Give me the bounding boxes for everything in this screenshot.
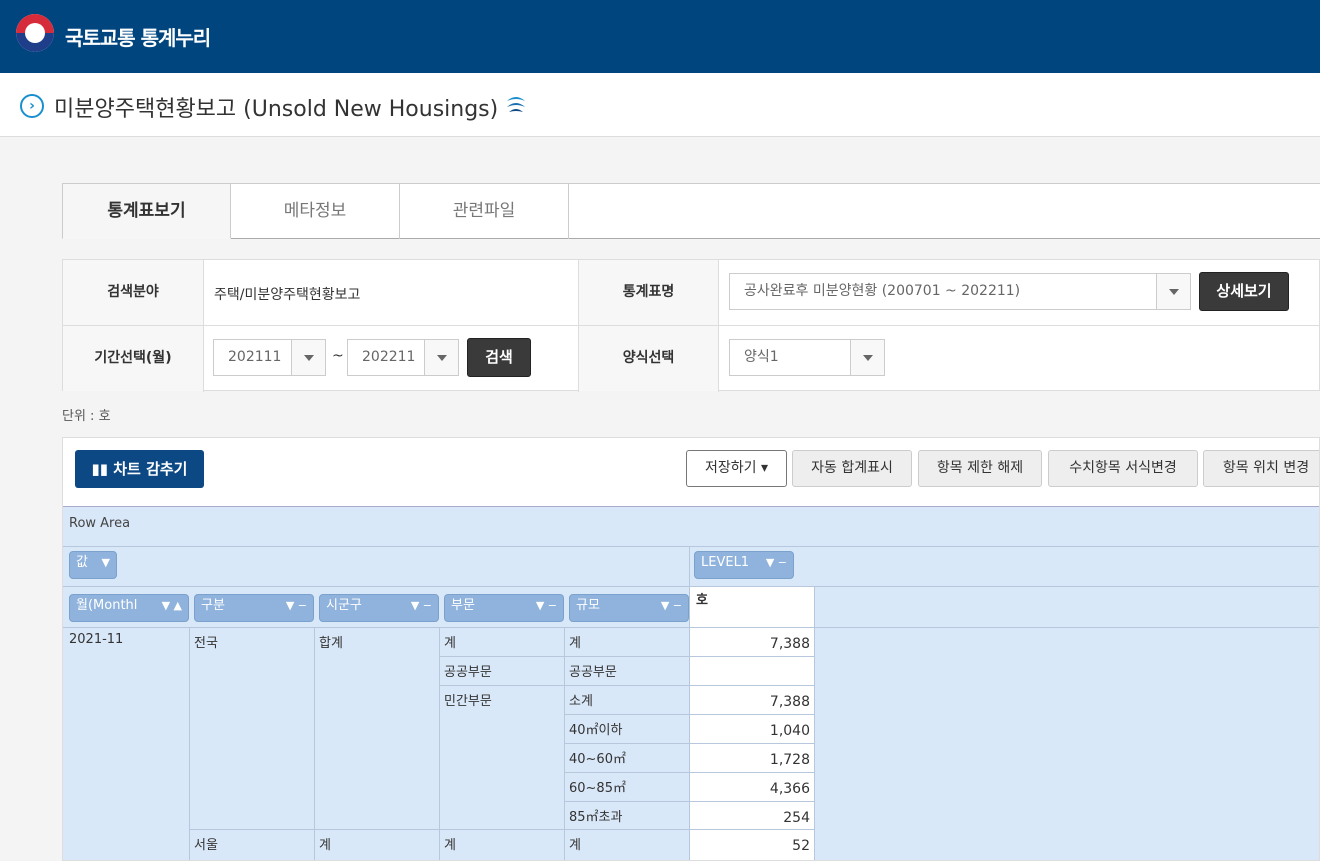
format-label: 양식선택 [579, 326, 718, 391]
field-label: 검색분야 [63, 260, 203, 325]
value-chip[interactable]: 값 ▼ [69, 551, 117, 579]
chevron-down-icon[interactable] [1156, 274, 1190, 309]
row-chip-month-label: 월(Monthl [76, 598, 138, 613]
cell-size: 60~85㎡ [569, 781, 626, 796]
save-dropdown-button[interactable]: 저장하기 ▾ [686, 450, 787, 487]
chart-toggle-button[interactable]: ▮▮ 차트 감추기 [75, 450, 204, 488]
tab-related-files[interactable]: 관련파일 [400, 184, 569, 239]
move-item-button[interactable]: 항목 위치 변경 [1203, 450, 1319, 487]
cell-size: 40~60㎡ [569, 752, 626, 767]
page-title: 미분양주택현황보고 (Unsold New Housings) [54, 97, 499, 122]
cell-value: 7,388 [769, 694, 810, 710]
chevron-down-icon[interactable] [424, 340, 458, 375]
period-from-select[interactable]: 202111 [213, 339, 326, 376]
table-name-select[interactable]: 공사완료후 미분양현황 (200701 ~ 202211) [729, 273, 1191, 310]
cell-sector: 계 [444, 838, 456, 853]
row-chip-size[interactable]: 규모 ▼ − [569, 594, 689, 622]
table-name-label: 통계표명 [579, 260, 718, 325]
row-chip-type-label: 구분 [201, 598, 225, 613]
cell-value: 4,366 [769, 781, 810, 797]
filter-sort-icon[interactable]: ▼ ▲ [162, 595, 182, 617]
unit-label: 단위 : 호 [62, 409, 111, 424]
row-chip-type[interactable]: 구분 ▼ − [194, 594, 314, 622]
field-value: 주택/미분양주택현황보고 [214, 287, 361, 303]
cell-sector: 계 [444, 636, 456, 651]
value-header-cell [690, 587, 814, 627]
number-format-button[interactable]: 수치항목 서식변경 [1048, 450, 1198, 487]
filter-minus-icon[interactable]: ▼ − [536, 595, 557, 617]
row-chip-sector-label: 부문 [451, 598, 475, 613]
period-label: 기간선택(월) [63, 326, 203, 391]
row-chip-sigungu[interactable]: 시군구 ▼ − [319, 594, 439, 622]
tab-bar: 통계표보기 메타정보 관련파일 [62, 183, 1320, 239]
row-chip-sigungu-label: 시군구 [326, 598, 362, 613]
value-column [690, 628, 814, 860]
period-to-value: 202211 [362, 349, 416, 365]
value-header: 호 [696, 593, 708, 608]
value-chip-label: 값 [76, 555, 88, 570]
tab-stat-table[interactable]: 통계표보기 [62, 184, 231, 239]
period-from-value: 202111 [228, 349, 282, 365]
cell-size: 계 [569, 636, 581, 651]
cell-sector: 공공부문 [444, 665, 492, 680]
top-header: 국토교통 통계누리 [0, 0, 1320, 73]
detail-view-button[interactable]: 상세보기 [1199, 272, 1289, 311]
level1-chip[interactable]: LEVEL1 ▼ − [694, 551, 794, 579]
cell-size: 계 [569, 838, 581, 853]
chart-toggle-label: 차트 감추기 [113, 460, 188, 478]
pivot-grid-panel: ▮▮ 차트 감추기 저장하기 ▾ 자동 합계표시 항목 제한 해제 수치항목 서… [62, 437, 1320, 861]
cell-sigungu: 합계 [319, 636, 343, 651]
save-label: 저장하기 [704, 460, 757, 476]
cell-size: 85㎡초과 [569, 810, 623, 825]
government-logo-icon[interactable] [16, 14, 54, 52]
tab-meta-info[interactable]: 메타정보 [231, 184, 400, 239]
row-chip-month[interactable]: 월(Monthl ▼ ▲ [69, 594, 189, 622]
cell-value: 7,388 [769, 636, 810, 652]
pivot-table: Row Area 값 ▼ LEVEL1 ▼ − 월(Monthl ▼ ▲ 구분 … [63, 506, 1319, 860]
chevron-down-icon[interactable] [291, 340, 325, 375]
cell-value: 254 [783, 810, 810, 826]
filter-minus-icon[interactable]: ▼ − [661, 595, 682, 617]
cell-sector: 민간부문 [444, 694, 492, 709]
period-to-select[interactable]: 202211 [347, 339, 459, 376]
cell-sigungu: 계 [319, 838, 331, 853]
search-button[interactable]: 검색 [467, 338, 531, 377]
filter-minus-icon[interactable]: ▼ − [286, 595, 307, 617]
chevron-down-icon[interactable] [850, 340, 884, 375]
format-select[interactable]: 양식1 [729, 339, 885, 376]
title-bar: › 미분양주택현황보고 (Unsold New Housings) [0, 73, 1320, 137]
row-chip-size-label: 규모 [576, 598, 600, 613]
level1-chip-label: LEVEL1 [701, 555, 750, 570]
table-name-select-value: 공사완료후 미분양현황 (200701 ~ 202211) [744, 283, 1021, 299]
bar-chart-icon: ▮▮ [91, 460, 109, 478]
search-panel: 검색분야 기간선택(월) 통계표명 양식선택 주택/미분양주택현황보고 공사완료… [62, 259, 1320, 392]
format-select-value: 양식1 [744, 349, 779, 365]
row-chip-sector[interactable]: 부문 ▼ − [444, 594, 564, 622]
row-area-label: Row Area [63, 507, 1319, 547]
cell-size: 공공부문 [569, 665, 617, 680]
cell-region: 서울 [194, 838, 218, 853]
cell-value: 1,728 [769, 752, 810, 768]
cell-value: 1,040 [769, 723, 810, 739]
share-logo-icon[interactable] [505, 93, 527, 117]
cell-region: 전국 [194, 636, 218, 651]
chevron-right-circle-icon: › [20, 94, 44, 118]
filter-minus-icon[interactable]: ▼ − [411, 595, 432, 617]
auto-sum-button[interactable]: 자동 합계표시 [792, 450, 912, 487]
release-limit-button[interactable]: 항목 제한 해제 [918, 450, 1042, 487]
cell-size: 40㎡이하 [569, 723, 623, 738]
period-separator: ~ [332, 348, 344, 364]
cell-month: 2021-11 [69, 632, 124, 647]
filter-minus-icon[interactable]: ▼ − [766, 552, 787, 574]
cell-value: 52 [792, 838, 810, 854]
site-brand[interactable]: 국토교통 통계누리 [65, 22, 211, 51]
cell-size: 소계 [569, 694, 593, 709]
filter-icon[interactable]: ▼ [102, 552, 110, 574]
